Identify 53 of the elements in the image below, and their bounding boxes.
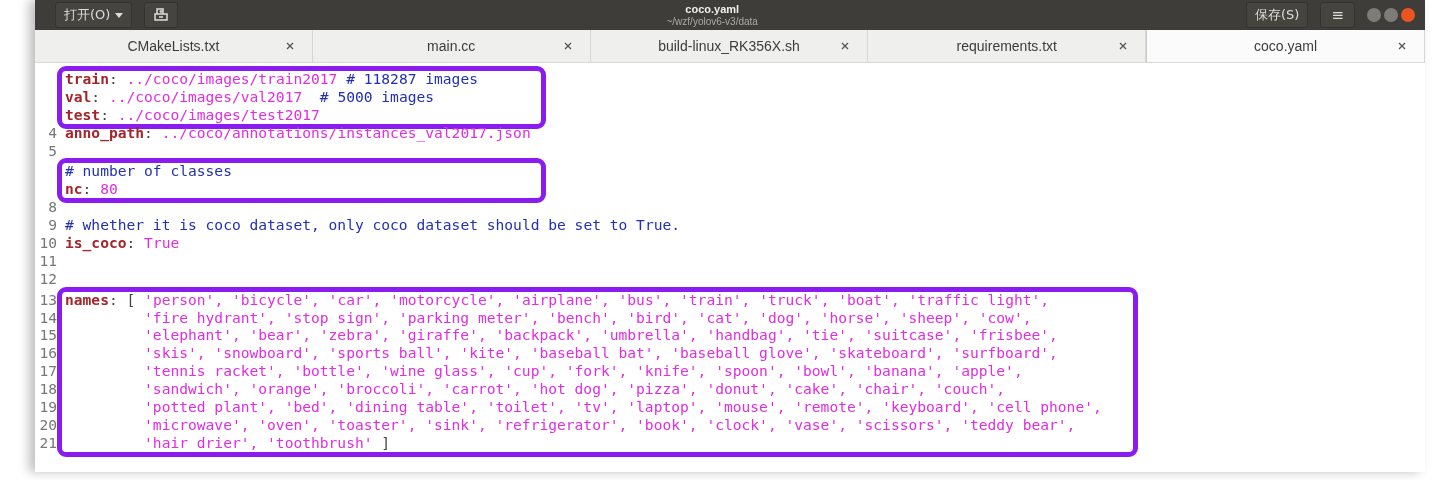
code-line: val: ../coco/images/val2017 # 5000 images: [65, 87, 435, 106]
line-number: 12: [38, 269, 57, 288]
file-tab[interactable]: build-linux_RK356X.sh: [590, 30, 869, 62]
code-line: 'hair drier', 'toothbrush' ]: [143, 433, 391, 452]
line-number: 11: [38, 251, 57, 270]
code-line: test: ../coco/images/test2017: [65, 105, 320, 124]
caret-icon: [115, 12, 124, 18]
window-subtitle: ~/wzf/yolov6-v3/data: [666, 15, 758, 27]
code-line: 'elephant', 'bear', 'zebra', 'giraffe', 'backpack', 'umbrella', 'handbag', 'tie', 'suitcase', 'frisbee',: [143, 326, 1058, 345]
close-icon[interactable]: [563, 42, 572, 50]
maximize-button[interactable]: [1384, 8, 1398, 22]
file-tab[interactable]: main.cc: [312, 30, 591, 62]
line-number: 17: [38, 362, 57, 381]
close-icon[interactable]: [1119, 42, 1128, 50]
line-number: 8: [47, 198, 57, 217]
line-number: 10: [38, 234, 57, 252]
close-icon[interactable]: [841, 42, 850, 50]
line-number: 15: [38, 326, 57, 345]
window-title: coco.yaml: [685, 3, 740, 16]
code-line: 'potted plant', 'bed', 'dining table', 'toilet', 'tv', 'laptop', 'mouse', 'remote', 'keyboard', 'cell phone',: [143, 398, 1102, 416]
line-number: 16: [38, 344, 57, 363]
file-tab[interactable]: CMakeLists.txt: [35, 30, 313, 62]
save-button[interactable]: 保存(S): [1246, 2, 1309, 28]
file-tab[interactable]: coco.yaml: [1146, 30, 1425, 62]
open-button[interactable]: 打开(O): [55, 2, 133, 28]
document-icon: [154, 8, 169, 22]
code-line: 'sandwich', 'orange', 'broccoli', 'carrot', 'hot dog', 'pizza', 'donut', 'cake', 'chair', 'couch',: [143, 380, 1006, 399]
code-line: train: ../coco/images/train2017 # 118287 images: [65, 70, 478, 88]
line-number: 13: [38, 290, 57, 309]
line-number: 5: [47, 141, 57, 160]
code-line: is_coco: True: [65, 234, 180, 252]
line-number: 20: [38, 415, 57, 434]
code-line: # whether it is coco dataset, only coco dataset should be set to True.: [65, 216, 681, 234]
code-line: 'fire hydrant', 'stop sign', 'parking meter', 'bench', 'bird', 'cat', 'dog', 'horse', 'sheep', 'cow',: [143, 308, 1032, 327]
line-number: 18: [38, 380, 57, 399]
code-line: 'tennis racket', 'bottle', 'wine glass', 'cup', 'fork', 'knife', 'spoon', 'bowl', 'banana', 'apple',: [143, 362, 1023, 381]
new-document-button[interactable]: [144, 2, 179, 28]
line-number: 14: [38, 308, 57, 327]
line-number: 9: [47, 216, 57, 234]
close-button[interactable]: [1401, 8, 1415, 22]
code-line: anno_path: ../coco/annotations/instances_val2017.json: [65, 123, 531, 142]
close-icon[interactable]: [1398, 42, 1406, 50]
minimize-button[interactable]: [1367, 8, 1381, 22]
line-number: 4: [47, 123, 57, 142]
line-number: 21: [38, 433, 57, 452]
code-line: 'microwave', 'oven', 'toaster', 'sink', 'refrigerator', 'book', 'clock', 'vase', 'scissors', 'teddy bear',: [143, 415, 1076, 434]
code-line: names: [ 'person', 'bicycle', 'car', 'motorcycle', 'airplane', 'bus', 'train', 'truck', 'boat', 'traffic light',: [65, 290, 1050, 309]
code-line: nc: 80: [65, 180, 118, 199]
menu-button[interactable]: ≡: [1320, 2, 1355, 28]
close-icon[interactable]: [285, 42, 294, 50]
code-line: # number of classes: [65, 162, 232, 181]
code-line: 'skis', 'snowboard', 'sports ball', 'kite', 'baseball bat', 'baseball glove', 'skateboard', 'surfboard',: [143, 344, 1058, 363]
line-number: 19: [38, 398, 57, 416]
